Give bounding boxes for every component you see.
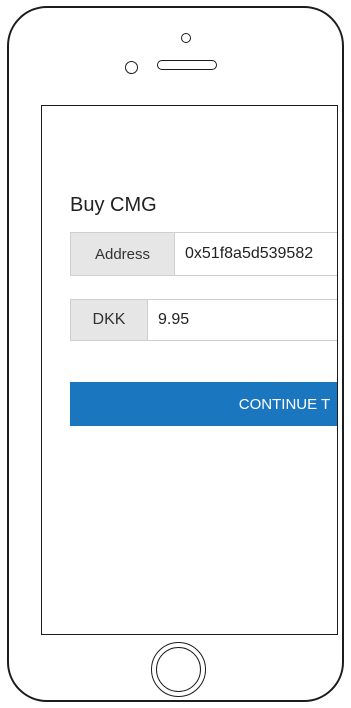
- home-button-ring-icon: [156, 647, 201, 692]
- phone-frame: Buy CMG Address 0x51f8a5d539582 DKK 9.95…: [7, 6, 344, 702]
- front-camera-icon: [181, 33, 191, 43]
- continue-button[interactable]: CONTINUE T: [70, 382, 337, 426]
- amount-field[interactable]: 9.95: [148, 300, 337, 340]
- page-title: Buy CMG: [70, 194, 157, 216]
- earpiece-speaker-icon: [157, 60, 217, 70]
- currency-label: DKK: [71, 300, 148, 340]
- phone-screen: Buy CMG Address 0x51f8a5d539582 DKK 9.95…: [41, 105, 338, 635]
- amount-input-group: DKK 9.95: [70, 299, 337, 341]
- proximity-sensor-icon: [125, 61, 138, 74]
- address-field[interactable]: 0x51f8a5d539582: [175, 233, 337, 275]
- home-button[interactable]: [151, 642, 206, 697]
- address-input-group: Address 0x51f8a5d539582: [70, 232, 337, 276]
- address-label: Address: [71, 233, 175, 275]
